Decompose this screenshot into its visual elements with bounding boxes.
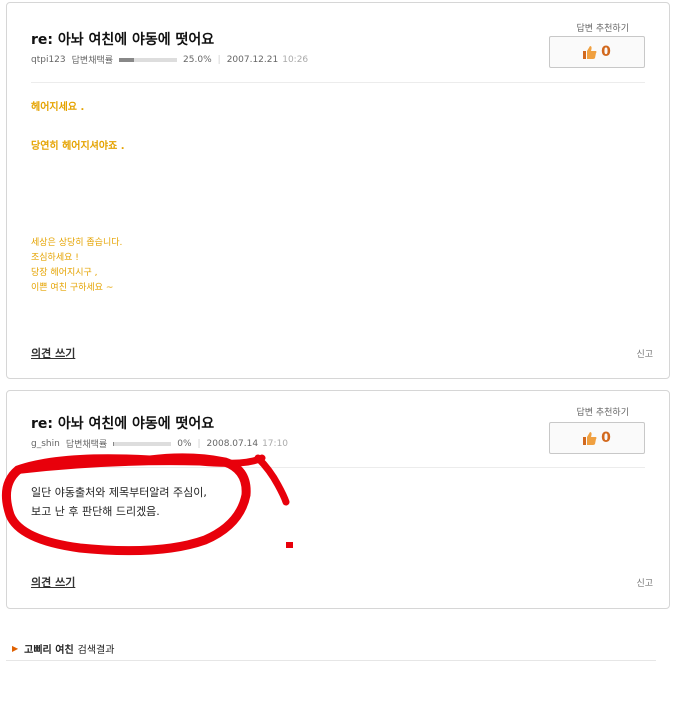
answer-card-1: re: 아놔 여친에 야동에 떳어요 qtpi123 답변채택률 25.0% |… bbox=[6, 2, 670, 379]
user-id[interactable]: qtpi123 bbox=[31, 55, 66, 65]
answer-body-line: 세상은 상당히 좁습니다. bbox=[31, 238, 123, 248]
search-suffix: 검색결과 bbox=[77, 645, 115, 656]
answer-date: 2007.12.21 bbox=[226, 54, 279, 65]
answer-time: 10:26 bbox=[282, 54, 309, 65]
report-link[interactable]: 신고 bbox=[636, 347, 653, 360]
recommend-button[interactable]: 0 bbox=[549, 422, 645, 454]
meta-separator: | bbox=[197, 438, 201, 449]
recommend-label: 답변 추천하기 bbox=[576, 408, 629, 418]
related-search-line[interactable]: ▶ 고삐리 여친 검색결과 bbox=[12, 641, 114, 656]
rate-value: 0% bbox=[177, 438, 192, 449]
answer-body-line: 당연히 헤어지셔야죠 . bbox=[31, 141, 125, 152]
answer-body-line: 헤어지세요 . bbox=[31, 102, 85, 113]
rate-value: 25.0% bbox=[183, 54, 212, 65]
divider bbox=[31, 467, 645, 468]
divider bbox=[6, 660, 656, 661]
answer-body-line: 조심하세요 ! bbox=[31, 253, 79, 263]
recommend-count: 0 bbox=[601, 430, 611, 446]
write-opinion-link[interactable]: 의견 쓰기 bbox=[31, 574, 75, 590]
answer-meta: qtpi123 답변채택률 25.0% | 2007.12.21 10:26 bbox=[31, 53, 309, 67]
answer-body-block: 세상은 상당히 좁습니다. 조심하세요 ! 당장 헤어지시구 , 이쁜 여친 구… bbox=[31, 236, 122, 296]
report-link[interactable]: 신고 bbox=[636, 576, 653, 589]
recommend-label: 답변 추천하기 bbox=[576, 24, 629, 34]
meta-separator: | bbox=[217, 54, 221, 65]
answer-body-block: 일단 야동출처와 제목부터알려 주심이, 보고 난 후 판단해 드리겠음. bbox=[31, 483, 207, 521]
answer-time: 17:10 bbox=[262, 438, 289, 449]
answer-title: re: 아놔 여친에 야동에 떳어요 bbox=[31, 32, 215, 48]
rate-bar-fill bbox=[113, 441, 115, 446]
rate-label: 답변채택률 bbox=[65, 440, 108, 450]
answer-title: re: 아놔 여친에 야동에 떳어요 bbox=[31, 416, 215, 432]
write-opinion-link[interactable]: 의견 쓰기 bbox=[31, 345, 75, 361]
rate-bar bbox=[113, 441, 172, 446]
answer-date: 2008.07.14 bbox=[206, 438, 259, 449]
rate-label: 답변채택률 bbox=[71, 56, 114, 66]
answer-body-line: 이쁜 여친 구하세요 ~ bbox=[31, 283, 114, 293]
search-keyword[interactable]: 고삐리 여친 bbox=[24, 641, 73, 656]
thumbs-up-icon bbox=[583, 431, 597, 445]
rate-bar bbox=[119, 57, 178, 62]
answer-body-line: 당장 헤어지시구 , bbox=[31, 268, 98, 278]
user-id[interactable]: g_shin bbox=[31, 439, 60, 449]
answer-body-line: 보고 난 후 판단해 드리겠음. bbox=[31, 505, 160, 518]
thumbs-up-icon bbox=[583, 45, 597, 59]
answer-card-2: re: 아놔 여친에 야동에 떳어요 g_shin 답변채택률 0% | 200… bbox=[6, 390, 670, 609]
answer-meta: g_shin 답변채택률 0% | 2008.07.14 17:10 bbox=[31, 437, 289, 451]
divider bbox=[31, 82, 645, 83]
rate-bar-fill bbox=[119, 57, 134, 62]
recommend-button[interactable]: 0 bbox=[549, 36, 645, 68]
recommend-count: 0 bbox=[601, 44, 611, 60]
answer-body-line: 일단 야동출처와 제목부터알려 주심이, bbox=[31, 486, 207, 499]
arrow-right-icon: ▶ bbox=[12, 644, 19, 653]
